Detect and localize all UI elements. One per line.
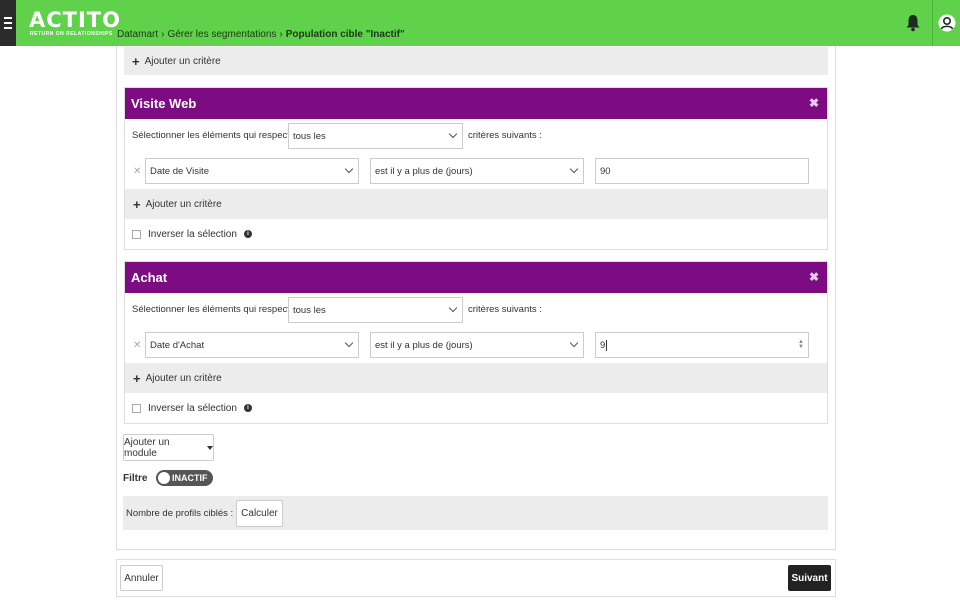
next-label: Suivant [791,572,828,584]
add-criterion-row-top[interactable]: + Ajouter un critère [124,47,828,75]
bell-icon[interactable] [905,14,921,32]
breadcrumb-separator: › [161,29,165,40]
info-icon[interactable]: i [243,404,252,412]
add-criterion-row[interactable]: + Ajouter un critère [125,189,827,219]
top-bar: ACTITO RETURN ON RELATIONSHIPS Datamart ›… [0,0,960,46]
add-criterion-label: Ajouter un critère [144,55,221,67]
operator-select[interactable]: est il y a plus de (jours) [370,332,584,358]
logo[interactable]: ACTITO [29,8,121,32]
match-select-value: tous les [293,130,326,142]
match-selector-line: Sélectionner les éléments qui respectent… [125,119,827,153]
breadcrumb-item-datamart[interactable]: Datamart [117,29,158,40]
module-header: Achat ✖ [125,262,827,293]
invert-selection-checkbox[interactable] [132,229,141,239]
module-visite-web: Visite Web ✖ Sélectionner les éléments q… [124,87,828,250]
field-select-value: Date d'Achat [150,339,205,351]
hamburger-menu-icon[interactable] [0,0,16,46]
chevron-down-icon [344,338,354,348]
toggle-knob [158,472,170,484]
user-avatar-icon [938,14,955,32]
criteria-suffix-label: critères suivants : [468,130,542,141]
invert-selection-label: Inverser la sélection [148,228,237,240]
chevron-down-icon [448,129,458,139]
profiles-count-bar: Nombre de profils ciblés : - [123,496,828,530]
criterion-row: ✕ Date d'Achat est il y a plus de (jours… [125,327,827,363]
chevron-down-icon [569,164,579,174]
footer-bar [116,559,836,597]
match-label: Sélectionner les éléments qui respectent [132,130,304,141]
cancel-button[interactable]: Annuler [120,565,163,591]
add-module-label: Ajouter un module [124,436,170,459]
plus-icon: + [132,53,140,69]
remove-criterion-icon[interactable]: ✕ [133,166,141,177]
match-select[interactable]: tous les [288,123,463,149]
info-icon[interactable]: i [243,230,252,238]
next-button[interactable]: Suivant [788,565,831,591]
operator-select[interactable]: est il y a plus de (jours) [370,158,584,184]
field-select-value: Date de Visite [150,165,209,177]
days-input[interactable]: 9 ▲ ▼ [595,332,809,358]
match-selector-line: Sélectionner les éléments qui respectent… [125,293,827,327]
module-title: Achat [131,270,168,285]
invert-selection-checkbox[interactable] [132,403,141,413]
close-icon[interactable]: ✖ [809,270,819,284]
module-header: Visite Web ✖ [125,88,827,119]
criteria-suffix-label: critères suivants : [468,304,542,315]
match-select[interactable]: tous les [288,297,463,323]
chevron-down-icon [448,303,458,313]
number-stepper-icon[interactable]: ▲ ▼ [798,339,804,350]
logo-tagline: RETURN ON RELATIONSHIPS [30,31,113,37]
module-title: Visite Web [131,96,197,111]
invert-selection-row: Inverser la sélection i [125,393,827,423]
breadcrumb-item-current: Population cible "Inactif" [285,29,405,40]
profiles-count-label: Nombre de profils ciblés : - [126,507,239,519]
invert-selection-label: Inverser la sélection [148,402,237,414]
field-select[interactable]: Date de Visite [145,158,359,184]
days-input-value: 9 [600,339,606,351]
filter-label: Filtre [123,473,148,484]
add-criterion-row[interactable]: + Ajouter un critère [125,363,827,393]
plus-icon: + [133,196,141,212]
filter-toggle[interactable]: INACTIF [156,470,213,486]
operator-select-value: est il y a plus de (jours) [375,165,473,177]
add-criterion-label: Ajouter un critère [145,372,222,384]
module-achat: Achat ✖ Sélectionner les éléments qui re… [124,261,828,424]
field-select[interactable]: Date d'Achat [145,332,359,358]
operator-select-value: est il y a plus de (jours) [375,339,473,351]
breadcrumb-item-segmentations[interactable]: Gérer les segmentations [167,29,276,40]
match-label: Sélectionner les éléments qui respectent [132,304,304,315]
calculate-button[interactable]: Calculer [236,500,283,527]
toggle-state-label: INACTIF [172,473,208,483]
chevron-down-icon [569,338,579,348]
invert-selection-row: Inverser la sélection i [125,219,827,249]
days-input-value: 90 [600,165,611,177]
text-cursor [606,339,608,351]
close-icon[interactable]: ✖ [809,96,819,110]
calculate-label: Calculer [241,508,278,519]
caret-down-icon [207,445,213,450]
user-avatar-button[interactable] [932,0,960,46]
breadcrumb-separator: › [279,29,283,40]
match-select-value: tous les [293,304,326,316]
cancel-label: Annuler [124,572,159,584]
criterion-row: ✕ Date de Visite est il y a plus de (jou… [125,153,827,189]
add-criterion-label: Ajouter un critère [145,198,222,210]
chevron-down-icon [344,164,354,174]
breadcrumb: Datamart › Gérer les segmentations › Populat… [117,29,405,40]
add-module-button[interactable]: Ajouter un module [123,434,214,461]
plus-icon: + [133,370,141,386]
remove-criterion-icon[interactable]: ✕ [133,340,141,351]
days-input[interactable]: 90 [595,158,809,184]
